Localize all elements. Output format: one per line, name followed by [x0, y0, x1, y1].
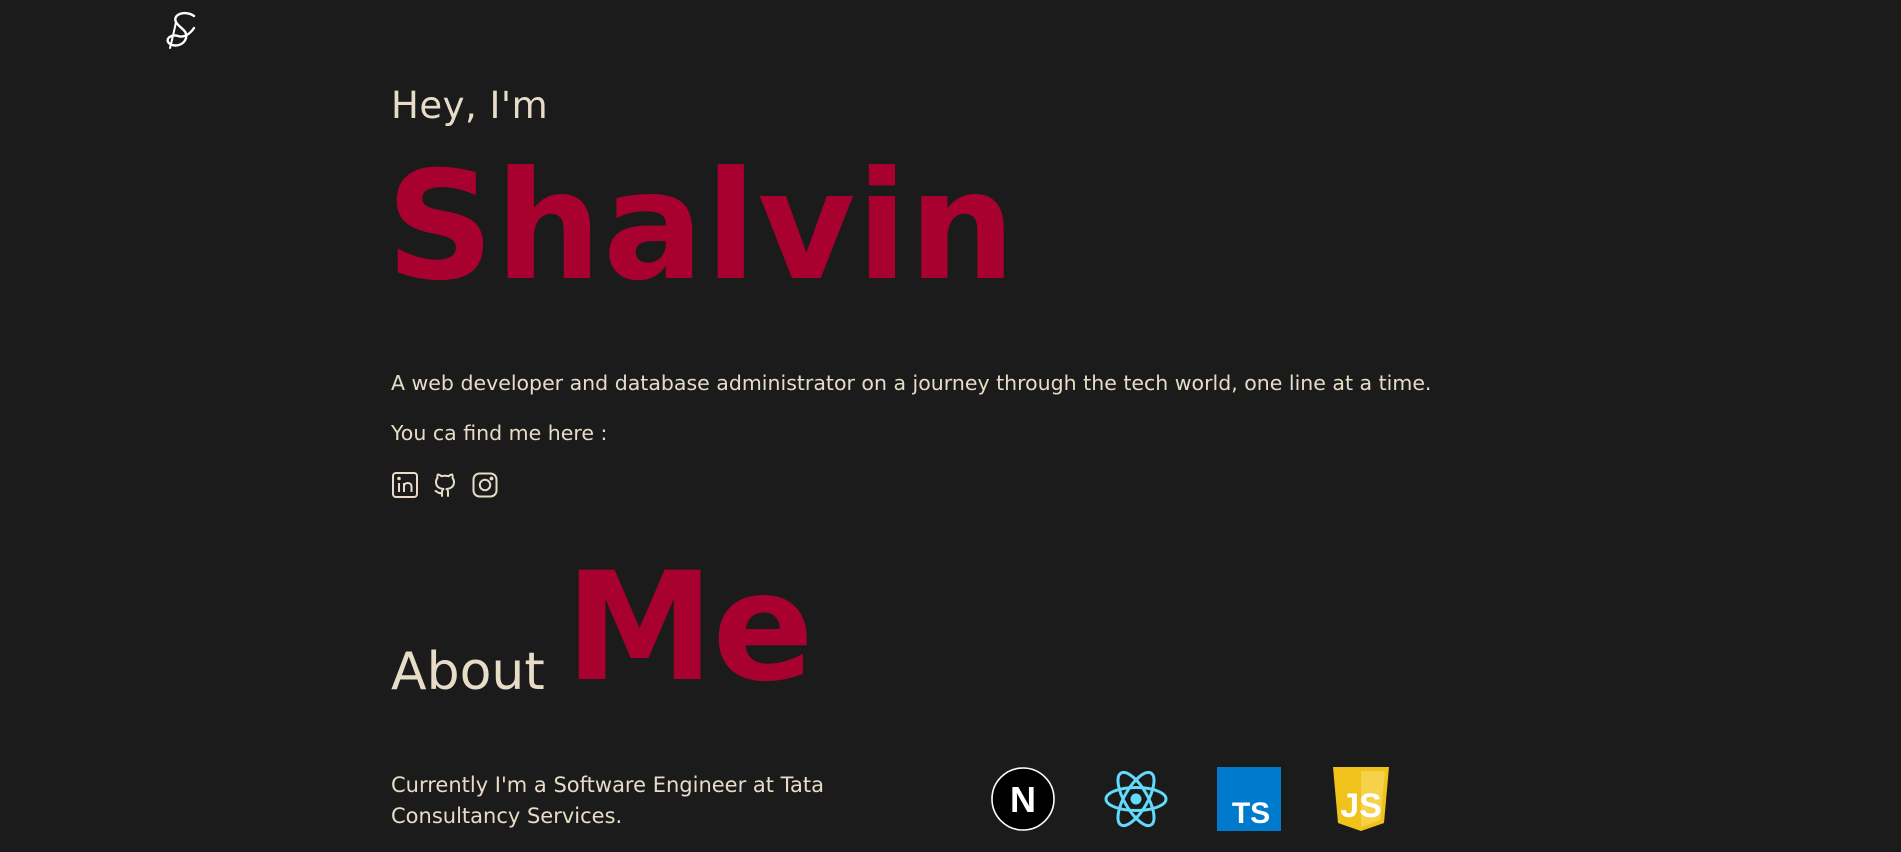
instagram-icon[interactable]: [471, 471, 499, 499]
current-role-text: Currently I'm a Software Engineer at Tat…: [391, 773, 825, 828]
nextjs-icon: N: [991, 767, 1055, 831]
social-links: [391, 471, 499, 499]
react-icon: [1103, 767, 1169, 831]
linkedin-icon[interactable]: [391, 471, 419, 499]
typescript-letters: TS: [1232, 797, 1270, 830]
find-me-text: You ca find me here :: [391, 421, 608, 445]
signature-s-logo-icon[interactable]: [164, 10, 202, 50]
typescript-icon: TS: [1217, 767, 1281, 831]
javascript-icon: JS: [1333, 767, 1389, 831]
page: Hey, I'm Shalvin A web developer and dat…: [0, 0, 1901, 852]
about-heading-highlight: Me: [565, 541, 814, 715]
about-heading-label: About: [391, 642, 545, 702]
github-icon[interactable]: [431, 471, 459, 499]
hero-name: Shalvin: [386, 140, 1017, 314]
tagline: A web developer and database administrat…: [391, 371, 1432, 395]
nextjs-letter: N: [1010, 779, 1036, 820]
javascript-letters: JS: [1340, 787, 1382, 825]
greeting: Hey, I'm: [391, 84, 549, 127]
